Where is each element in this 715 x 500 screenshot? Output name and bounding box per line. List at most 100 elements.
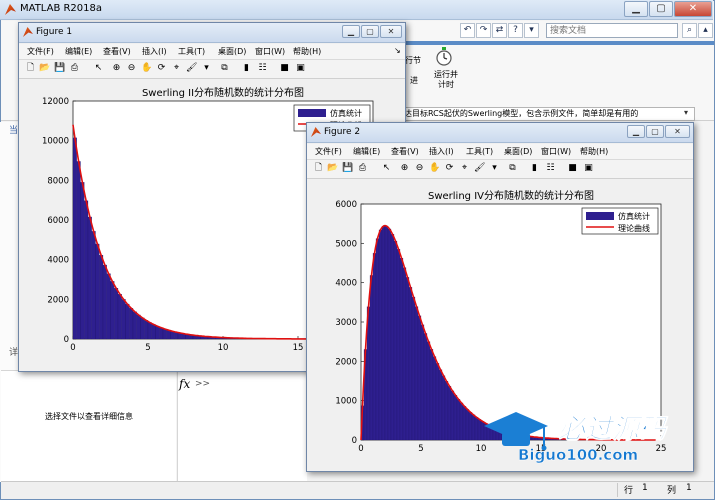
dropdown-icon[interactable]: ▾ [524, 23, 539, 38]
y-tick-label: 0 [352, 436, 357, 446]
data-cursor-icon[interactable]: ⌖ [171, 63, 182, 74]
edit-plot-icon[interactable]: ↖ [381, 163, 392, 174]
y-tick-label: 4000 [47, 256, 69, 266]
undo-icon[interactable]: ↶ [460, 23, 475, 38]
pan-icon[interactable]: ✋ [429, 163, 440, 174]
y-tick-label: 12000 [42, 97, 69, 107]
address-dropdown-icon[interactable]: ▾ [684, 108, 688, 117]
histogram-bar [471, 414, 476, 441]
open-file-icon[interactable]: 📂 [39, 63, 50, 74]
figure-1-maximize-button[interactable]: ▢ [361, 25, 379, 38]
help-icon[interactable]: ? [508, 23, 523, 38]
histogram-bar [459, 402, 464, 441]
pan-icon[interactable]: ✋ [141, 63, 152, 74]
histogram-bar [441, 375, 446, 441]
show-plot-tools-icon[interactable]: ▣ [295, 63, 306, 74]
histogram-bar [405, 277, 410, 441]
open-file-icon[interactable]: 📂 [327, 163, 338, 174]
menu-window[interactable]: 窗口(W) [255, 46, 285, 57]
legend-icon[interactable]: ☷ [257, 63, 268, 74]
print-icon[interactable]: ⎙ [357, 163, 368, 174]
colorbar-icon[interactable]: ▮ [241, 63, 252, 74]
figure-2-close-button[interactable]: ✕ [665, 125, 690, 138]
menu-insert[interactable]: 插入(I) [142, 46, 167, 57]
menu-edit[interactable]: 编辑(E) [353, 146, 380, 157]
minimize-button[interactable]: ▁ [624, 1, 648, 17]
redo-icon[interactable]: ↷ [476, 23, 491, 38]
run-and-time-label[interactable]: 运行并 计时 [430, 70, 462, 90]
menu-window[interactable]: 窗口(W) [541, 146, 571, 157]
colorbar-icon[interactable]: ▮ [529, 163, 540, 174]
histogram-bar [438, 369, 443, 441]
save-icon[interactable]: 💾 [342, 163, 353, 174]
y-tick-label: 3000 [335, 318, 357, 328]
new-figure-icon[interactable]: 🗋 [313, 163, 324, 174]
histogram-bar [375, 238, 380, 441]
maximize-button[interactable]: ▢ [649, 1, 673, 17]
details-tab[interactable]: 详 [9, 345, 18, 358]
figure-2-title: Figure 2 [324, 127, 361, 137]
show-plot-tools-icon[interactable]: ▣ [583, 163, 594, 174]
link-plot-icon[interactable]: ⧉ [507, 163, 518, 174]
histogram-bar [159, 327, 164, 340]
zoom-in-icon[interactable]: ⊕ [399, 163, 410, 174]
search-icon[interactable]: ⌕ [682, 23, 697, 38]
link-plot-icon[interactable]: ⧉ [219, 63, 230, 74]
histogram-bar [384, 225, 389, 441]
hide-plot-tools-icon[interactable]: ■ [279, 63, 290, 74]
histogram-bar [84, 200, 89, 340]
figure-2-maximize-button[interactable]: ▢ [646, 125, 664, 138]
menu-help[interactable]: 帮助(H) [293, 46, 321, 57]
hide-plot-tools-icon[interactable]: ■ [567, 163, 578, 174]
zoom-in-icon[interactable]: ⊕ [111, 63, 122, 74]
edit-plot-icon[interactable]: ↖ [93, 63, 104, 74]
histogram-bar [102, 264, 107, 340]
legend-icon[interactable]: ☷ [545, 163, 556, 174]
rotate-icon[interactable]: ⟳ [156, 63, 167, 74]
run-and-time-icon[interactable] [435, 46, 453, 66]
search-input[interactable] [547, 24, 677, 37]
figure-2-minimize-button[interactable]: ▁ [627, 125, 645, 138]
brush-icon[interactable]: 🖌 [474, 163, 485, 174]
brush-dropdown-icon[interactable]: ▾ [489, 163, 500, 174]
close-button[interactable]: ✕ [674, 1, 712, 17]
menu-dock-icon[interactable]: ↘ [394, 46, 401, 55]
menu-view[interactable]: 查看(V) [103, 46, 131, 57]
x-tick-label: 15 [293, 343, 304, 353]
histogram-bar [136, 314, 141, 340]
fx-icon[interactable]: fx [179, 377, 190, 391]
menu-file[interactable]: 文件(F) [315, 146, 342, 157]
new-figure-icon[interactable]: 🗋 [25, 63, 36, 74]
menu-help[interactable]: 帮助(H) [580, 146, 608, 157]
zoom-out-icon[interactable]: ⊖ [126, 63, 137, 74]
histogram-bar [91, 231, 96, 340]
histogram-bar [390, 234, 395, 441]
histogram-bar [132, 311, 137, 340]
current-folder-tab[interactable]: 当 [9, 123, 18, 136]
zoom-out-icon[interactable]: ⊖ [414, 163, 425, 174]
status-row-label: 行 [624, 486, 634, 496]
menu-desktop[interactable]: 桌面(D) [504, 146, 532, 157]
ribbon-label-advance: 进 [410, 76, 418, 85]
switch-windows-icon[interactable]: ⇄ [492, 23, 507, 38]
menu-insert[interactable]: 插入(I) [429, 146, 454, 157]
save-icon[interactable]: 💾 [54, 63, 65, 74]
menu-view[interactable]: 查看(V) [391, 146, 419, 157]
ribbon-collapse-icon[interactable]: ▴ [698, 23, 713, 38]
data-cursor-icon[interactable]: ⌖ [459, 163, 470, 174]
current-folder-address[interactable]: 达目标RCS起伏的Swerling模型，包含示例文件，简单却是有用的 [400, 107, 695, 121]
menu-desktop[interactable]: 桌面(D) [218, 46, 246, 57]
rotate-icon[interactable]: ⟳ [444, 163, 455, 174]
brush-icon[interactable]: 🖌 [186, 63, 197, 74]
histogram-bar [117, 294, 122, 340]
search-documentation[interactable] [546, 23, 678, 38]
menu-tools[interactable]: 工具(T) [178, 46, 205, 57]
figure-1-close-button[interactable]: ✕ [380, 25, 402, 38]
print-icon[interactable]: ⎙ [69, 63, 80, 74]
figure-1-minimize-button[interactable]: ▁ [342, 25, 360, 38]
menu-edit[interactable]: 编辑(E) [65, 46, 92, 57]
menu-tools[interactable]: 工具(T) [466, 146, 493, 157]
brush-dropdown-icon[interactable]: ▾ [201, 63, 212, 74]
menu-file[interactable]: 文件(F) [27, 46, 54, 57]
legend-label-simulation: 仿真统计 [618, 211, 650, 221]
